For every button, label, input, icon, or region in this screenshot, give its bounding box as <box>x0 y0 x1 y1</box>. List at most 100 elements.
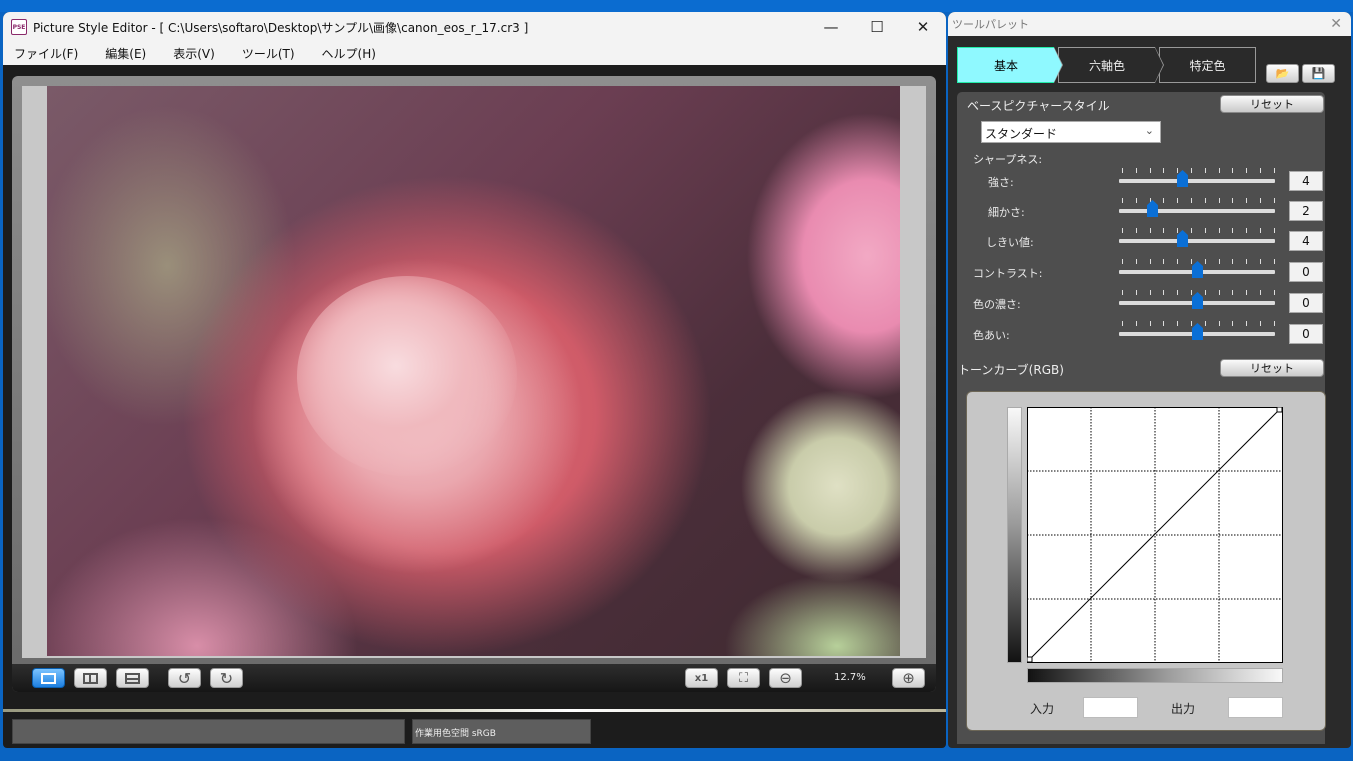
input-value-field[interactable] <box>1083 697 1138 718</box>
slider-value-field[interactable]: 0 <box>1289 324 1323 344</box>
slider-tick <box>1191 290 1192 295</box>
slider-tick <box>1191 321 1192 326</box>
tone-curve-graph[interactable] <box>1027 407 1283 663</box>
window-title: Picture Style Editor - [ C:\Users\softar… <box>33 20 529 35</box>
slider-value-field[interactable]: 4 <box>1289 231 1323 251</box>
tab-specific-color[interactable]: 特定色 <box>1159 47 1256 83</box>
slider-tick <box>1232 168 1234 173</box>
slider-tick <box>1122 228 1123 233</box>
zoom-out-button[interactable]: ⊖ <box>769 668 802 688</box>
title-bar: PSE Picture Style Editor - [ C:\Users\so… <box>3 12 946 42</box>
slider-row: 強さ: 4 <box>957 168 1325 196</box>
output-gradient <box>1007 407 1022 663</box>
slider-track[interactable] <box>1119 179 1275 183</box>
slider-value-field[interactable]: 0 <box>1289 262 1323 282</box>
slider-tick <box>1260 228 1261 233</box>
slider-tick <box>1135 198 1137 203</box>
preview-image[interactable] <box>47 86 900 656</box>
slider-tick <box>1273 228 1275 233</box>
base-style-select[interactable]: スタンダード ⌄ <box>981 121 1161 143</box>
menu-file[interactable]: ファイル(F) <box>9 45 83 62</box>
slider-tick <box>1135 321 1137 326</box>
slider-tick <box>1177 259 1179 264</box>
slider-tick <box>1163 168 1165 173</box>
tab-six-axis-color[interactable]: 六軸色 <box>1058 47 1164 83</box>
menu-help[interactable]: ヘルプ(H) <box>317 45 381 62</box>
slider-row: しきい値: 4 <box>957 228 1325 256</box>
slider-value-field[interactable]: 4 <box>1289 171 1323 191</box>
viewer-toolbar: ↺ ↻ x1 ⛶ ⊖ 12.7% ⊕ <box>12 664 936 692</box>
close-button[interactable]: ✕ <box>900 12 946 42</box>
minimize-button[interactable]: — <box>808 12 854 42</box>
tone-curve-box: 入力 出力 <box>966 391 1326 731</box>
slider-label: 色の濃さ: <box>973 298 1021 311</box>
pane-divider[interactable] <box>3 709 946 712</box>
save-icon: 💾 <box>1311 67 1326 80</box>
slider-label: しきい値: <box>986 236 1034 249</box>
slider-tick <box>1232 321 1234 326</box>
output-value-field[interactable] <box>1228 697 1283 718</box>
single-view-icon <box>41 672 56 684</box>
rotate-right-button[interactable]: ↻ <box>210 668 243 688</box>
slider-value-field[interactable]: 0 <box>1289 293 1323 313</box>
palette-close-button[interactable]: ✕ <box>1330 16 1342 32</box>
slider-tick <box>1204 321 1206 326</box>
slider-tick <box>1218 259 1220 264</box>
curve-point[interactable] <box>1276 407 1283 413</box>
slider-tick <box>1218 198 1220 203</box>
slider-tick <box>1273 259 1275 264</box>
slider-track[interactable] <box>1119 209 1275 213</box>
slider-label: コントラスト: <box>973 267 1043 280</box>
zoom-out-icon: ⊖ <box>779 669 792 687</box>
slider-tick <box>1260 198 1261 203</box>
maximize-button[interactable]: ☐ <box>854 12 900 42</box>
base-style-reset-button[interactable]: リセット <box>1220 95 1324 113</box>
rotate-left-button[interactable]: ↺ <box>168 668 201 688</box>
base-style-value: スタンダード <box>985 127 1058 141</box>
menu-edit[interactable]: 編集(E) <box>100 45 151 62</box>
tone-curve-reset-button[interactable]: リセット <box>1220 359 1324 377</box>
slider-track[interactable] <box>1119 239 1275 243</box>
split-vertical-button[interactable] <box>74 668 107 688</box>
split-vertical-icon <box>83 672 98 684</box>
slider-tick <box>1191 259 1192 264</box>
tab-six-axis-label: 六軸色 <box>1088 58 1125 73</box>
fit-to-window-button[interactable]: ⛶ <box>727 668 760 688</box>
save-style-button[interactable]: 💾 <box>1302 64 1335 83</box>
sharpness-label: シャープネス: <box>973 153 1043 166</box>
menu-tools[interactable]: ツール(T) <box>237 45 300 62</box>
slider-tick <box>1246 259 1248 264</box>
slider-tick <box>1177 228 1179 233</box>
slider-tick <box>1163 321 1165 326</box>
slider-tick <box>1232 259 1234 264</box>
tab-basic[interactable]: 基本 <box>957 47 1063 83</box>
slider-value-field[interactable]: 2 <box>1289 201 1323 221</box>
slider-row: コントラスト: 0 <box>957 259 1325 287</box>
single-view-button[interactable] <box>32 668 65 688</box>
status-color-space: 作業用色空間 sRGB <box>412 719 591 744</box>
slider-ticks <box>1119 198 1275 204</box>
actual-size-button[interactable]: x1 <box>685 668 718 688</box>
slider-tick <box>1163 228 1165 233</box>
desktop-background <box>0 0 1353 12</box>
split-horizontal-icon <box>125 672 140 684</box>
tone-curve-panel: 入力 出力 <box>957 388 1326 744</box>
open-style-button[interactable]: 📂 <box>1266 64 1299 83</box>
menu-view[interactable]: 表示(V) <box>168 45 220 62</box>
slider-label: 細かさ: <box>988 206 1025 219</box>
slider-ticks <box>1119 168 1275 174</box>
menu-bar: ファイル(F) 編集(E) 表示(V) ツール(T) ヘルプ(H) <box>3 42 946 65</box>
slider-tick <box>1149 168 1151 173</box>
zoom-in-button[interactable]: ⊕ <box>892 668 925 688</box>
slider-tick <box>1218 321 1220 326</box>
slider-tick <box>1218 228 1220 233</box>
slider-row: 細かさ: 2 <box>957 198 1325 226</box>
folder-open-icon: 📂 <box>1275 67 1290 80</box>
curve-point[interactable] <box>1027 656 1033 663</box>
palette-title-bar: ツールパレット ✕ <box>948 12 1351 36</box>
split-horizontal-button[interactable] <box>116 668 149 688</box>
slider-tick <box>1191 198 1192 203</box>
slider-tick <box>1273 290 1275 295</box>
slider-tick <box>1260 290 1261 295</box>
slider-tick <box>1177 198 1179 203</box>
